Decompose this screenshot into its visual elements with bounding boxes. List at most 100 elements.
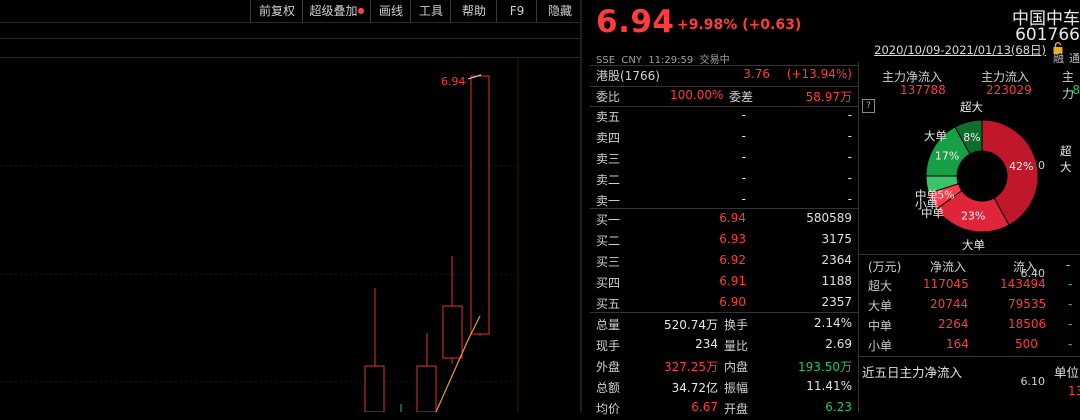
stat-value: 327.25万 [664,360,718,374]
ask-label: 卖二 [596,173,621,187]
toolbar-tools-button[interactable]: 工具 [410,0,451,22]
ask-price: - [741,150,746,164]
current-price: 6.94 [596,4,675,40]
ask-volume: - [847,129,852,143]
stat-value: 11.41% [806,379,852,393]
out-header: - [1066,258,1071,272]
bid-price: 6.92 [719,253,746,267]
hk-label: 港股(1766) [596,69,660,83]
pie-pct-label: 42% [1009,160,1033,173]
bid-row[interactable]: 买一 6.94 580589 [596,211,856,231]
pie-pct-label: 17% [935,149,959,162]
ask-row[interactable]: 卖四 - - [596,129,856,149]
unit-header: (万元) [868,260,902,274]
bid-row[interactable]: 买四 6.91 1188 [596,274,856,294]
weicha-value: 58.97万 [805,90,852,104]
bid-row[interactable]: 买三 6.92 2364 [596,253,856,273]
ask-price: - [741,108,746,122]
divider [590,312,858,313]
ask-volume: - [847,192,852,206]
stat-label: 现手 [596,339,621,353]
candle [442,305,463,359]
pie-pct-label: 23% [961,210,985,223]
bid-label: 买四 [596,276,621,290]
ask-price: - [741,192,746,206]
row-label: 大单 [868,299,893,313]
toolbar-fuquan-button[interactable]: 前复权 [250,0,303,22]
stat-label: 外盘 [596,360,621,374]
candle [470,75,490,335]
stat-value: 520.74万 [664,318,718,332]
bid-price: 6.91 [719,274,746,288]
row-out: - [1068,277,1073,291]
toolbar-f9-button[interactable]: F9 [496,0,537,22]
bid-price: 6.94 [719,211,746,225]
market-meta: SSE CNY 11:29:59 交易中 [596,51,730,66]
main-outflow-value: -8 [1068,83,1080,97]
five-day-label: 近五日主力净流入 [862,365,963,380]
row-in: 18506 [1008,317,1047,331]
bid-volume: 2357 [821,295,852,309]
divider [590,86,858,87]
help-icon[interactable]: ? [862,99,875,113]
stat-label: 内盘 [724,360,749,374]
stat-label: 均价 [596,402,621,416]
ask-row[interactable]: 卖三 - - [596,150,856,170]
toolbar-draw-button[interactable]: 画线 [370,0,411,22]
bid-price: 6.93 [719,232,746,246]
ask-row[interactable]: 卖五 - - [596,108,856,128]
ask-label: 卖一 [596,194,621,208]
row-in: 500 [1015,337,1038,351]
stat-row: 外盘 327.25万 内盘 193.50万 [596,358,856,378]
row-out: - [1068,337,1073,351]
bid-label: 买二 [596,234,621,248]
bid-volume: 2364 [821,253,852,267]
stock-code: 601766 [1015,25,1080,45]
main-inflow-value: 223029 [986,83,1032,97]
kline-plot[interactable] [0,58,580,412]
ask-volume: - [847,108,852,122]
toolbar-help-button[interactable]: 帮助 [450,0,497,22]
toolbar-overlay-label: 超级叠加 [309,4,358,18]
divider [858,254,1080,255]
stat-row: 均价 6.67 开盘 6.23 [596,400,856,420]
toolbar-hide-button[interactable]: 隐藏 [536,0,583,22]
divider [590,208,858,209]
ask-volume: - [847,171,852,185]
stat-row: 总量 520.74万 换手 2.14% [596,316,856,336]
row-net: 2264 [938,317,969,331]
bid-row[interactable]: 买二 6.93 3175 [596,232,856,252]
hk-quote-row[interactable]: 港股(1766) 3.76 (+13.94%) [596,67,856,87]
divider [0,38,582,39]
stat-value: 2.14% [813,316,852,330]
bid-label: 买三 [596,255,621,269]
weibi-row: 委比 100.00% 委差 58.97万 [596,88,856,108]
row-label: 小单 [868,339,893,353]
five-day-value: 13 [1068,384,1080,398]
row-net: 20744 [930,297,969,311]
ask-row[interactable]: 卖二 - - [596,171,856,191]
stat-label: 量比 [724,339,749,353]
row-in: 79535 [1008,297,1047,311]
ask-label: 卖三 [596,152,621,166]
pie-label: 大单 [924,129,947,143]
net-header: 净流入 [930,260,967,274]
candle [416,365,437,412]
main-net-inflow-value: 137788 [900,83,946,97]
stat-row: 总额 34.72亿 振幅 11.41% [596,379,856,399]
pie-label: 大单 [962,238,985,252]
hk-change: (+13.94%) [786,67,852,81]
ask-volume: - [847,150,852,164]
row-net: 117045 [923,277,969,291]
unit-label: 单位 [1054,365,1080,380]
table-row: 中单 2264 18506 - [868,317,1080,337]
row-net: 164 [946,337,969,351]
red-dot-icon: ● [357,6,365,15]
bid-label: 买一 [596,213,621,227]
margin-badge: 融 [1053,52,1064,65]
flow-table-header: (万元) 净流入 流入 - [868,258,1080,278]
row-label: 超大 [868,279,893,293]
ask-price: - [741,129,746,143]
ask-row[interactable]: 卖一 - - [596,192,856,212]
toolbar-overlay-button[interactable]: 超级叠加● [302,0,371,22]
